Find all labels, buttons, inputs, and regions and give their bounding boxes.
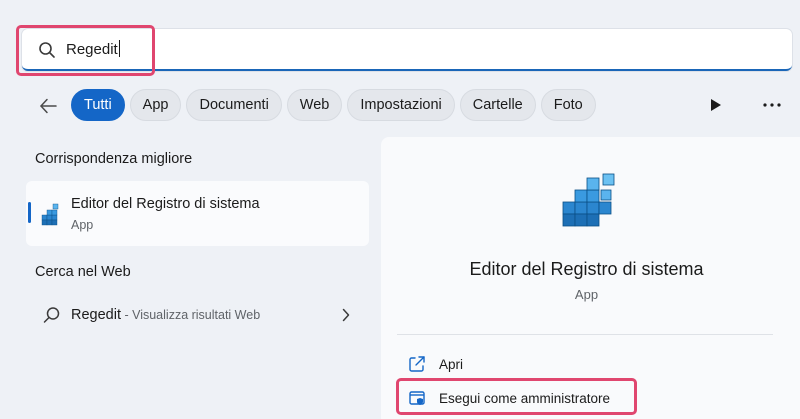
detail-type: App	[574, 287, 599, 302]
more-options-icon[interactable]	[763, 103, 781, 107]
web-search-heading: Cerca nel Web	[35, 264, 131, 280]
search-icon	[39, 42, 55, 58]
run-as-admin-label: Esegui come amministratore	[439, 390, 611, 406]
search-icon	[43, 307, 60, 323]
detail-title: Editor del Registro di sistema	[469, 259, 704, 279]
filter-impostazioni[interactable]: Impostazioni	[347, 89, 455, 121]
search-bar[interactable]: Regedit	[22, 29, 792, 71]
shield-admin-icon	[409, 391, 425, 405]
best-match-name: Editor del Registro di sistema	[71, 196, 260, 212]
web-result-suffix: - Visualizza risultati Web	[120, 308, 261, 322]
filter-chips: Tutti App Documenti Web Impostazioni Car…	[71, 89, 596, 121]
web-search-result[interactable]: Regedit - Visualizza risultati Web	[71, 307, 260, 323]
text-caret	[118, 40, 120, 57]
best-match-item[interactable]	[26, 181, 369, 246]
search-input[interactable]: Regedit	[66, 40, 120, 58]
filter-app[interactable]: App	[129, 89, 182, 121]
filter-documenti[interactable]: Documenti	[186, 89, 282, 121]
filter-tutti[interactable]: Tutti	[71, 89, 125, 121]
run-as-admin-action[interactable]: Esegui come amministratore	[408, 389, 610, 407]
selection-indicator	[28, 202, 31, 223]
registry-editor-icon	[41, 203, 59, 226]
play-icon[interactable]	[710, 98, 722, 112]
divider	[397, 334, 773, 335]
filter-foto[interactable]: Foto	[540, 89, 596, 121]
chevron-right-icon[interactable]	[342, 308, 350, 322]
web-result-query: Regedit	[71, 307, 121, 323]
open-external-icon	[409, 356, 425, 372]
search-query: Regedit	[66, 41, 118, 58]
best-match-type: App	[71, 218, 94, 232]
back-arrow-icon[interactable]	[38, 96, 58, 116]
filter-cartelle[interactable]: Cartelle	[459, 89, 536, 121]
registry-editor-icon	[562, 173, 615, 227]
filter-web[interactable]: Web	[286, 89, 343, 121]
open-action-label: Apri	[439, 356, 464, 372]
best-match-heading: Corrispondenza migliore	[35, 151, 193, 167]
open-action[interactable]: Apri	[408, 355, 463, 373]
